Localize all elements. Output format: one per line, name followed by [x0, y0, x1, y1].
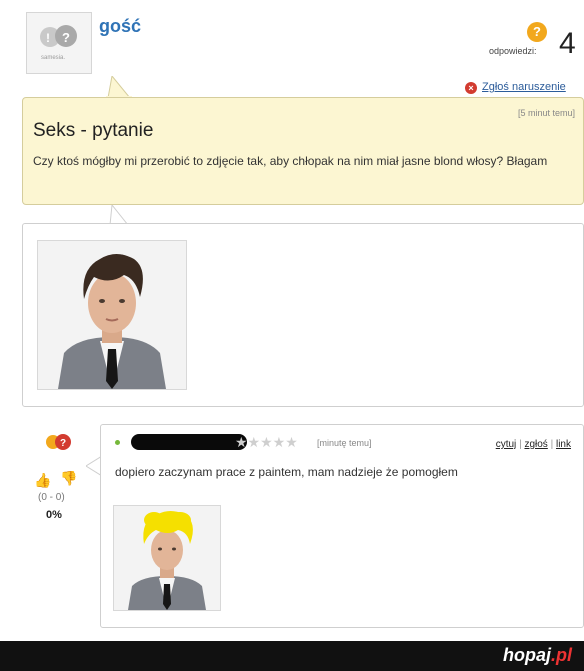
question-photo[interactable] [37, 240, 187, 390]
answer-panel: ★★★★★ [minutę temu] cytuj | zgłoś | link… [100, 424, 584, 628]
site-logo: hopaj.pl [503, 645, 572, 665]
question-time: [5 minut temu] [517, 108, 575, 118]
report-link[interactable]: zgłoś [524, 439, 547, 450]
image-panel-pointer [108, 205, 132, 225]
answer-time: [minutę temu] [317, 438, 372, 448]
asker-avatar[interactable]: ! ? samesia. [26, 12, 92, 74]
question-body: Czy ktoś mógłby mi przerobić to zdjęcie … [33, 154, 548, 168]
report-violation-link[interactable]: Zgłoś naruszenie [482, 81, 566, 93]
online-status-icon [115, 440, 120, 445]
report-icon[interactable]: × [465, 82, 477, 94]
rating-stars[interactable]: ★★★★★ [235, 434, 298, 451]
asker-username[interactable]: gość [99, 16, 141, 37]
svg-text:?: ? [60, 438, 66, 449]
answer-actions: cytuj | zgłoś | link [495, 439, 571, 450]
svg-text:!: ! [46, 31, 50, 45]
question-bubble: [5 minut temu] Seks - pytanie Czy ktoś m… [22, 97, 584, 205]
redacted-username [131, 434, 247, 450]
answers-count: 4 [559, 27, 576, 60]
answers-label: odpowiedzi: [489, 46, 537, 56]
question-bubbles-icon: ! ? [40, 25, 77, 47]
avatar-label: samesia. [41, 55, 66, 61]
man-portrait-image [38, 241, 186, 389]
answer-photo[interactable] [113, 505, 221, 611]
answerer-avatar[interactable]: ? [44, 432, 72, 452]
question-title: Seks - pytanie [33, 120, 154, 141]
permalink-link[interactable]: link [556, 439, 571, 450]
edited-portrait-image [114, 506, 220, 610]
thumb-up-icon[interactable]: 👍 [34, 472, 51, 489]
quote-link[interactable]: cytuj [496, 439, 517, 450]
question-image-panel [22, 223, 584, 407]
question-mark-icon: ? [527, 22, 547, 42]
svg-text:?: ? [62, 30, 70, 45]
answer-text: dopiero zaczynam prace z paintem, mam na… [115, 465, 458, 479]
watermark-bar: hopaj.pl [0, 641, 584, 671]
bubble-pointer [106, 76, 132, 98]
vote-count: (0 - 0) [38, 492, 65, 503]
vote-percent: 0% [46, 509, 62, 521]
thumb-down-icon[interactable]: 👎 [60, 470, 77, 487]
